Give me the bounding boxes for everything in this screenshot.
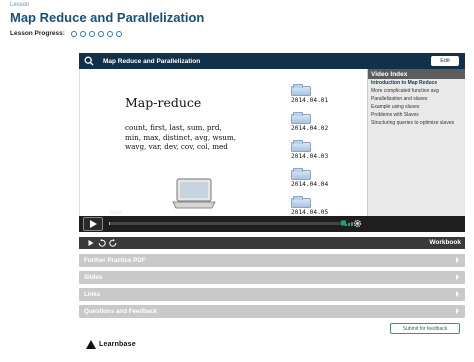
edit-button[interactable]: Edit	[431, 56, 459, 66]
submit-feedback-button[interactable]: Submit for feedback	[390, 323, 460, 334]
date-label: 2014.04.01	[291, 97, 329, 104]
page-title: Map Reduce and Parallelization	[10, 10, 205, 25]
learnbase-logo-icon	[86, 340, 96, 349]
player-title: Map Reduce and Parallelization	[103, 57, 201, 65]
rewind-icon[interactable]	[98, 239, 106, 247]
video-index-item[interactable]: Structuring queries to optimize slaves	[368, 119, 465, 127]
section-label: Slides	[84, 274, 103, 281]
slide-body: count, first, last, sum, prd, min, max, …	[125, 123, 265, 152]
section-further-practice[interactable]: Further Practice PDF	[79, 254, 465, 267]
seek-progress	[109, 222, 110, 225]
slide-line: count, first, last, sum, prd,	[125, 123, 222, 132]
date-item: 2014.04.03	[288, 140, 348, 164]
video-index-item[interactable]: Example using slaves	[368, 103, 465, 111]
progress-dot	[70, 30, 77, 37]
progress-dot	[97, 30, 104, 37]
gear-icon[interactable]	[353, 219, 362, 228]
section-questions[interactable]: Questions and Feedback	[79, 305, 465, 318]
folder-icon	[291, 84, 311, 96]
section-slides[interactable]: Slides	[79, 271, 465, 284]
folder-icon	[291, 112, 311, 124]
slide-heading: Map-reduce	[125, 95, 202, 110]
search-icon	[79, 53, 99, 69]
slide-line: wavg, var, dev, cov, col, med	[125, 142, 228, 151]
progress-label: Lesson Progress:	[10, 30, 65, 37]
folder-icon	[291, 196, 311, 208]
date-item: 2014.04.02	[288, 112, 348, 136]
lesson-progress: Lesson Progress:	[10, 30, 122, 37]
player-controls: 00:02	[79, 210, 465, 232]
chevron-right-icon	[456, 257, 459, 263]
section-label: Links	[84, 291, 101, 298]
date-label: 2014.04.03	[291, 153, 329, 160]
laptop-icon	[172, 178, 216, 209]
section-label: Questions and Feedback	[84, 308, 158, 315]
folder-icon	[291, 168, 311, 180]
progress-dot	[88, 30, 95, 37]
progress-dot	[79, 30, 86, 37]
slide-frame[interactable]: Map-reduce count, first, last, sum, prd,…	[79, 69, 366, 216]
workbook-label[interactable]: Workbook	[429, 239, 461, 246]
video-player: Map Reduce and Parallelization Edit Map-…	[79, 53, 465, 232]
progress-dot	[106, 30, 113, 37]
replay-icon[interactable]	[109, 239, 117, 247]
chevron-right-icon	[456, 291, 459, 297]
chevron-right-icon	[456, 274, 459, 280]
date-label: 2014.04.02	[291, 125, 329, 132]
folder-icon	[291, 140, 311, 152]
date-item: 2014.04.01	[288, 84, 348, 108]
chevron-right-icon	[456, 308, 459, 314]
video-index-item[interactable]: Parallelization and slaves	[368, 95, 465, 103]
breadcrumb[interactable]: Lesson	[10, 2, 29, 8]
brand-name: Learnbase	[99, 341, 136, 348]
play-button[interactable]	[83, 217, 103, 231]
brand-logo: Learnbase	[86, 340, 136, 349]
video-index: Video Index Introduction to Map Reduce M…	[367, 69, 465, 216]
video-index-item[interactable]: Introduction to Map Reduce	[368, 79, 465, 87]
seek-bar[interactable]	[109, 222, 344, 225]
date-label: 2014.04.05	[291, 209, 329, 216]
video-index-item[interactable]: Problems with Slaves	[368, 111, 465, 119]
lesson-toolbar: Workbook	[79, 237, 465, 249]
section-label: Further Practice PDF	[84, 257, 146, 264]
date-item: 2014.04.04	[288, 168, 348, 192]
play-icon	[89, 220, 97, 228]
play-icon[interactable]	[87, 239, 95, 247]
video-index-item[interactable]: More complicated function avg	[368, 87, 465, 95]
date-label: 2014.04.04	[291, 181, 329, 188]
progress-dot	[115, 30, 122, 37]
slide-line: min, max, distinct, avg, wsum,	[125, 132, 237, 142]
timestamp: 00:02	[110, 210, 122, 215]
video-index-header: Video Index	[368, 69, 465, 79]
player-header: Map Reduce and Parallelization Edit	[79, 53, 465, 69]
section-links[interactable]: Links	[79, 288, 465, 301]
